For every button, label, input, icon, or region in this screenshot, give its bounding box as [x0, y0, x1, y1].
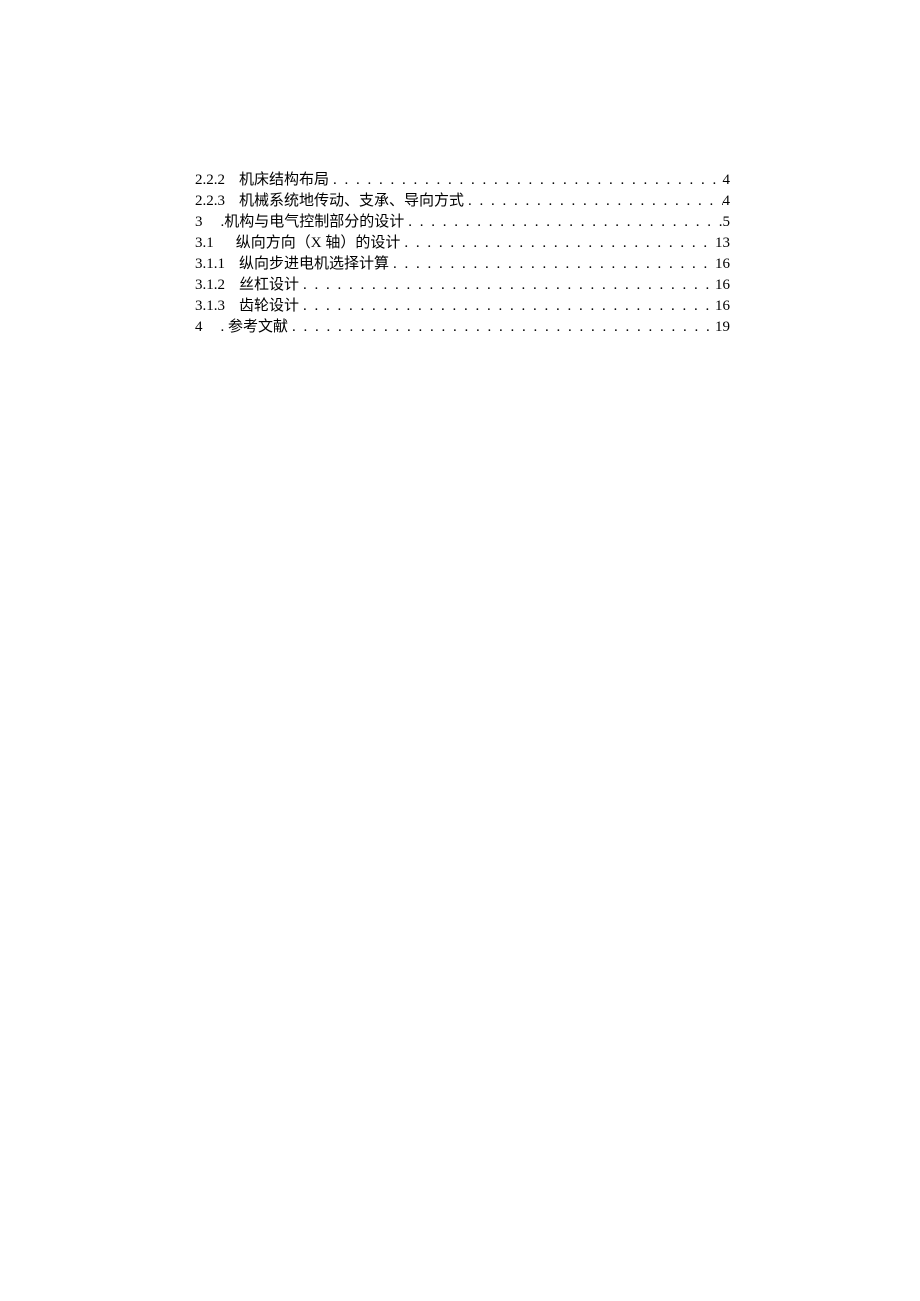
toc-entry: 3.1.1 纵向步进电机选择计算 16: [195, 254, 730, 275]
toc-leader-dots: [288, 317, 715, 338]
document-page: 2.2.2 机床结构布局 4 2.2.3 机械系统地传动、支承、导向方式 4 3 .机构与电气…: [0, 0, 920, 338]
toc-entry: 3.1.2 丝杠设计 16: [195, 275, 730, 296]
toc-entry: 3 .机构与电气控制部分的设计 5: [195, 212, 730, 233]
toc-entry-number: 3.1: [195, 233, 214, 254]
toc-entry-title: .机构与电气控制部分的设计: [221, 212, 405, 233]
toc-entry: 4 . 参考文献 19: [195, 317, 730, 338]
toc-leader-dots: [299, 296, 715, 317]
toc-entry-number: 3.1.3: [195, 296, 225, 317]
toc-entry: 2.2.2 机床结构布局 4: [195, 170, 730, 191]
toc-entry-title: . 参考文献: [221, 317, 289, 338]
toc-leader-dots: [464, 191, 722, 212]
toc-entry: 2.2.3 机械系统地传动、支承、导向方式 4: [195, 191, 730, 212]
toc-entry-number: 3: [195, 212, 203, 233]
toc-entry: 3.1 纵向方向（X 轴）的设计 13: [195, 233, 730, 254]
toc-entry-page: 16: [715, 296, 730, 317]
toc-leader-dots: [299, 275, 715, 296]
toc-entry-title: 机械系统地传动、支承、导向方式: [239, 191, 464, 212]
toc-entry-title: 纵向步进电机选择计算: [239, 254, 389, 275]
toc-entry-title: 纵向方向（X 轴）的设计: [236, 233, 401, 254]
toc-entry-title: 齿轮设计: [239, 296, 299, 317]
toc-entry-number: 3.1.1: [195, 254, 225, 275]
toc-leader-dots: [404, 212, 722, 233]
toc-entry-page: 13: [715, 233, 730, 254]
toc-entry-number: 4: [195, 317, 203, 338]
toc-entry-page: 19: [715, 317, 730, 338]
toc-entry-page: 16: [715, 275, 730, 296]
toc-leader-dots: [329, 170, 722, 191]
toc-entry-number: 2.2.3: [195, 191, 225, 212]
toc-entry-page: 4: [723, 170, 731, 191]
toc-entry-page: 5: [723, 212, 731, 233]
toc-leader-dots: [389, 254, 715, 275]
toc-entry-page: 16: [715, 254, 730, 275]
toc-entry-number: 2.2.2: [195, 170, 225, 191]
toc-entry-title: 机床结构布局: [239, 170, 329, 191]
toc-entry-page: 4: [723, 191, 731, 212]
toc-entry-number: 3.1.2: [195, 275, 225, 296]
toc-entry: 3.1.3 齿轮设计 16: [195, 296, 730, 317]
toc-entry-title: 丝杠设计: [239, 275, 299, 296]
toc-leader-dots: [400, 233, 715, 254]
table-of-contents: 2.2.2 机床结构布局 4 2.2.3 机械系统地传动、支承、导向方式 4 3 .机构与电气…: [195, 170, 730, 338]
